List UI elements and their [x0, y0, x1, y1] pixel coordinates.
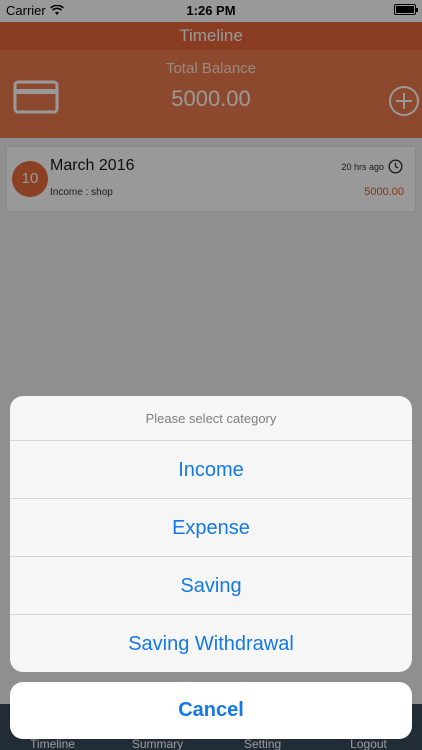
- action-sheet-title: Please select category: [10, 396, 412, 441]
- option-expense[interactable]: Expense: [10, 499, 412, 557]
- option-saving[interactable]: Saving: [10, 557, 412, 615]
- option-income[interactable]: Income: [10, 441, 412, 499]
- cancel-button[interactable]: Cancel: [10, 682, 412, 739]
- action-sheet: Please select category Income Expense Sa…: [10, 396, 412, 672]
- screen: Carrier 1:26 PM Timeline Total Balance 5…: [0, 0, 422, 750]
- option-saving-withdrawal[interactable]: Saving Withdrawal: [10, 615, 412, 672]
